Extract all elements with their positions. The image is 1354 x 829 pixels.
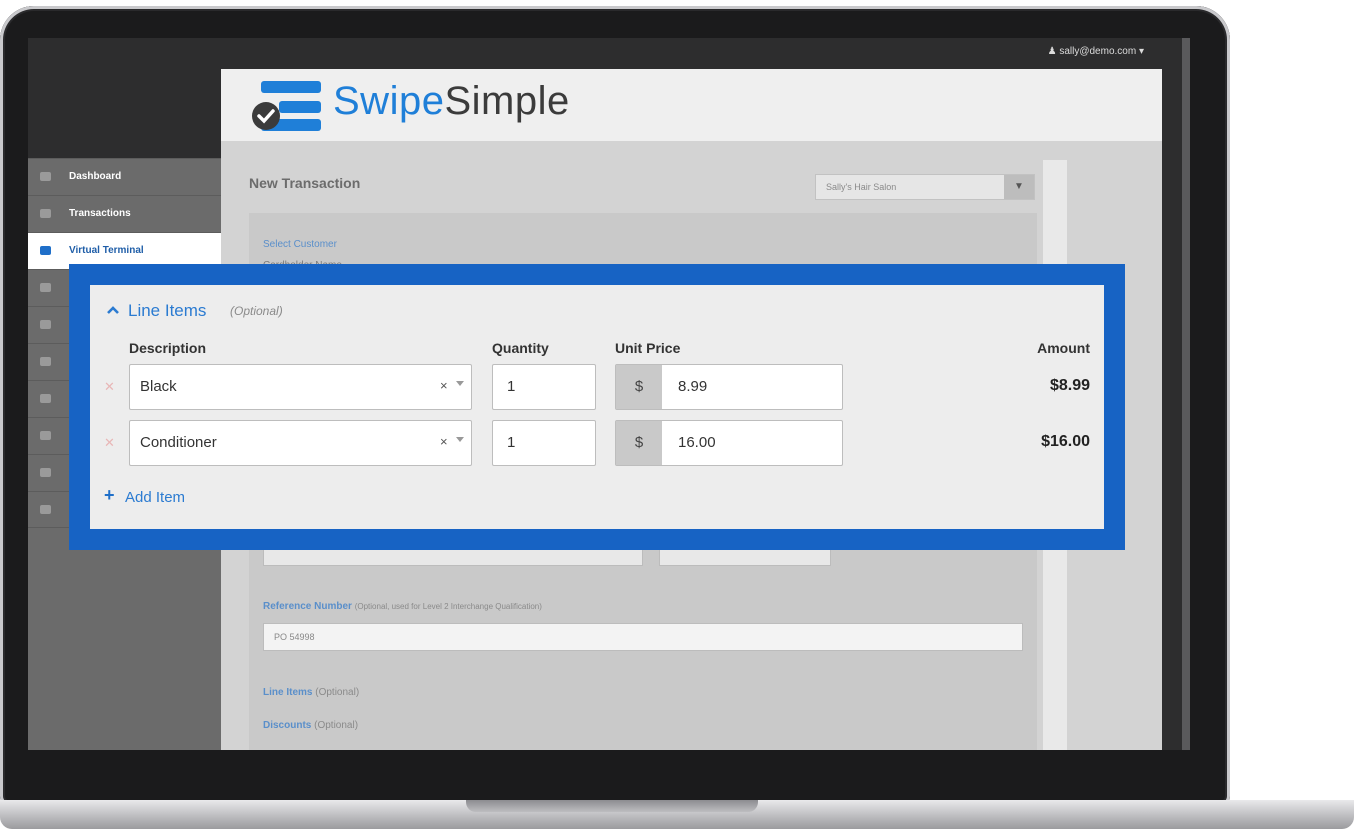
description-select[interactable]: Black × — [129, 364, 472, 410]
sidebar-item-label: Transactions — [69, 208, 131, 219]
line-amount: $16.00 — [1041, 433, 1090, 450]
user-icon: ♟ — [1047, 46, 1057, 57]
screen-edge — [1182, 38, 1190, 750]
unit-price-header: Unit Price — [615, 340, 681, 356]
currency-addon: $ — [616, 421, 662, 465]
chevron-down-icon: ▼ — [1004, 175, 1034, 199]
line-items-toggle[interactable]: Line Items (Optional) — [263, 687, 359, 698]
page-title: New Transaction — [249, 175, 361, 191]
cart-icon — [40, 357, 51, 366]
customers-icon — [40, 394, 51, 403]
sidebar-item-transactions[interactable]: Transactions — [28, 195, 221, 232]
line-item-row: ✕ Conditioner × 1 $ 16.00 $16.00 — [90, 420, 1104, 466]
laptop-notch — [466, 800, 758, 812]
transactions-icon — [40, 209, 51, 218]
description-header: Description — [129, 340, 207, 356]
reference-number-input[interactable]: PO 54998 — [263, 623, 1023, 651]
plus-icon: + — [104, 485, 115, 505]
clear-icon[interactable]: × — [440, 434, 448, 449]
description-select[interactable]: Conditioner × — [129, 420, 472, 466]
section-title: Line Items — [128, 301, 207, 320]
chevron-down-icon[interactable] — [456, 437, 464, 442]
remove-item-icon[interactable]: ✕ — [104, 435, 115, 451]
reference-number-toggle[interactable]: Reference Number (Optional, used for Lev… — [263, 601, 542, 612]
optional-label: (Optional) — [230, 304, 283, 318]
support-icon — [40, 505, 51, 514]
unit-price-input[interactable]: $ 16.00 — [615, 420, 843, 466]
swipesimple-logo-icon — [252, 81, 321, 131]
sidebar-item-dashboard[interactable]: Dashboard — [28, 158, 221, 195]
quantity-header: Quantity — [492, 340, 549, 356]
document-icon — [40, 320, 51, 329]
chevron-up-icon — [107, 306, 119, 314]
currency-addon: $ — [616, 365, 662, 409]
unit-price-value: 16.00 — [678, 434, 716, 451]
user-menu[interactable]: ♟ sally@demo.com ▾ — [1048, 46, 1144, 57]
select-customer-link[interactable]: Select Customer — [263, 239, 337, 250]
unit-price-input[interactable]: $ 8.99 — [615, 364, 843, 410]
discounts-toggle[interactable]: Discounts (Optional) — [263, 720, 358, 731]
amount-header: Amount — [1037, 340, 1090, 356]
store-select-value: Sally's Hair Salon — [826, 182, 897, 192]
description-value: Black — [140, 378, 177, 395]
sidebar-item-label: Virtual Terminal — [69, 245, 144, 256]
quantity-input[interactable]: 1 — [492, 364, 596, 410]
reports-icon — [40, 431, 51, 440]
dashboard-icon — [40, 172, 51, 181]
add-item-label: Add Item — [125, 489, 186, 506]
unit-price-value: 8.99 — [678, 378, 708, 395]
description-value: Conditioner — [140, 434, 217, 451]
chevron-down-icon: ▾ — [1138, 46, 1144, 57]
clear-icon[interactable]: × — [440, 378, 448, 393]
user-email: sally@demo.com — [1059, 46, 1137, 57]
store-select[interactable]: Sally's Hair Salon ▼ — [815, 174, 1035, 200]
line-amount: $8.99 — [1049, 377, 1090, 394]
line-item-row: ✕ Black × 1 $ 8.99 $8.99 — [90, 364, 1104, 410]
settings-icon — [40, 468, 51, 477]
brand-name: SwipeSimple — [333, 79, 570, 123]
remove-item-icon[interactable]: ✕ — [104, 379, 115, 395]
credit-card-icon — [40, 246, 51, 255]
line-items-panel: Line Items (Optional) Description Quanti… — [90, 285, 1104, 529]
quantity-input[interactable]: 1 — [492, 420, 596, 466]
chevron-down-icon[interactable] — [456, 381, 464, 386]
sidebar-item-label: Dashboard — [69, 171, 122, 182]
invoice-icon — [40, 283, 51, 292]
logo-bar: SwipeSimple — [221, 69, 1162, 141]
